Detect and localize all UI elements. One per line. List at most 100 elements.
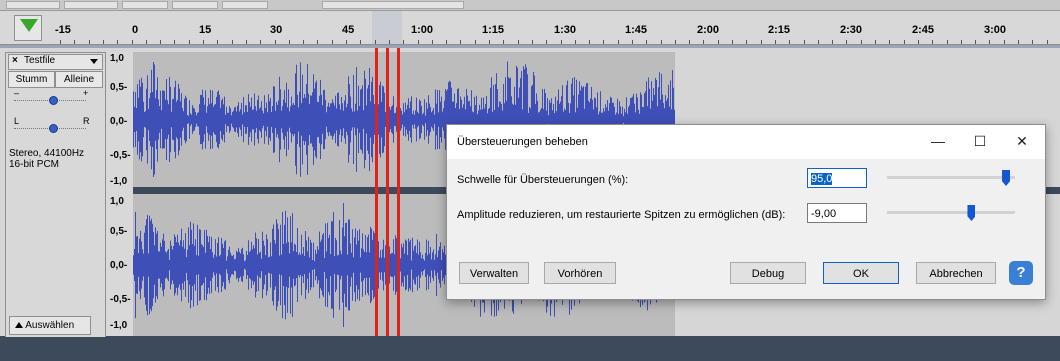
threshold-input[interactable]: 95,0: [807, 168, 867, 188]
ruler-tick-mark: [675, 40, 676, 44]
scale-label: 0,0-: [110, 260, 128, 271]
scale-label: -0,5-: [110, 150, 131, 161]
ruler-tick-mark: [489, 40, 490, 44]
pan-left-label: L: [14, 116, 20, 126]
ruler-tick-mark: [217, 40, 218, 44]
mute-button[interactable]: Stumm: [8, 71, 55, 88]
ruler-tick-mark: [460, 40, 461, 44]
ruler-tick-mark: [346, 40, 347, 44]
ruler-tick-label: 1:15: [482, 24, 505, 36]
ruler-tick-mark: [375, 40, 376, 44]
ruler-tick-mark: [1004, 40, 1005, 44]
amplitude-scale: 1,0 0,5- 0,0- -0,5- -1,0 1,0 0,5- 0,0- -…: [106, 52, 133, 336]
amplitude-input[interactable]: -9,00: [807, 203, 867, 223]
ruler-tick-mark: [904, 40, 905, 44]
ruler-tick-mark: [475, 40, 476, 44]
select-track-button[interactable]: Auswählen: [9, 316, 91, 335]
amplitude-slider-thumb[interactable]: [967, 205, 976, 221]
pan-slider-knob[interactable]: [49, 124, 58, 133]
ruler-tick-mark: [432, 40, 433, 44]
ruler-tick-mark: [317, 40, 318, 44]
gain-slider-knob[interactable]: [49, 96, 58, 105]
scale-label: 1,0: [110, 53, 124, 64]
help-icon[interactable]: ?: [1009, 261, 1033, 285]
ruler-tick-mark: [818, 40, 819, 44]
amplitude-slider[interactable]: [887, 211, 1015, 214]
ruler-tick-mark: [89, 40, 90, 44]
toolbar-segment: [322, 1, 464, 9]
ruler-tick-mark: [775, 40, 776, 44]
ruler-tick-mark: [332, 40, 333, 44]
scale-label: -0,5-: [110, 294, 131, 305]
ruler-tick-label: 0: [132, 24, 139, 36]
ruler-tick-mark: [117, 40, 118, 44]
ruler-tick-mark: [360, 40, 361, 44]
ruler-tick-mark: [546, 40, 547, 44]
ruler-tick-mark: [689, 40, 690, 44]
track-close-icon[interactable]: ×: [12, 55, 18, 66]
maximize-icon[interactable]: ☐: [969, 131, 991, 151]
toolbar-segment: [122, 1, 168, 9]
ruler-tick-mark: [146, 40, 147, 44]
scale-label: 1,0: [110, 196, 124, 207]
track-menu-icon[interactable]: [90, 59, 98, 64]
ruler-tick-label: 2:00: [697, 24, 720, 36]
close-icon[interactable]: ✕: [1011, 131, 1033, 151]
ruler-tick-mark: [989, 40, 990, 44]
threshold-slider[interactable]: [887, 176, 1015, 179]
ruler-tick-mark: [561, 40, 562, 44]
dialog-title-bar[interactable]: Übersteuerungen beheben — ☐ ✕: [447, 125, 1045, 159]
threshold-label: Schwelle für Übersteuerungen (%):: [457, 174, 629, 186]
preview-button[interactable]: Vorhören: [544, 262, 616, 284]
gain-minus-label: –: [14, 88, 20, 98]
ruler-tick-label: 2:15: [768, 24, 791, 36]
ruler-tick-mark: [846, 40, 847, 44]
timeline-ruler[interactable]: -15 0 15 30 45 1:00 1:15 1:30 1:45 2:00 …: [0, 11, 1060, 45]
ruler-tick-mark: [418, 40, 419, 44]
scale-label: 0,5-: [110, 226, 128, 237]
ruler-tick-label: 15: [199, 24, 212, 36]
scale-label: -1,0: [110, 320, 128, 331]
minimize-icon[interactable]: —: [927, 131, 949, 151]
ruler-tick-mark: [260, 40, 261, 44]
ruler-tick-mark: [789, 40, 790, 44]
ruler-tick-mark: [632, 40, 633, 44]
ruler-tick-mark: [60, 40, 61, 44]
cancel-button[interactable]: Abbrechen: [916, 262, 996, 284]
ruler-tick-mark: [532, 40, 533, 44]
track-name[interactable]: Testfile: [24, 55, 55, 66]
bottom-area: [0, 337, 1060, 361]
ruler-tick-mark: [832, 40, 833, 44]
play-triangle-icon[interactable]: [20, 19, 38, 32]
ruler-tick-mark: [575, 40, 576, 44]
ruler-tick-mark: [918, 40, 919, 44]
ok-button[interactable]: OK: [823, 262, 899, 284]
gain-plus-label: +: [83, 88, 89, 98]
ruler-tick-mark: [746, 40, 747, 44]
ruler-tick-mark: [661, 40, 662, 44]
threshold-slider-thumb[interactable]: [1002, 170, 1011, 186]
solo-button[interactable]: Alleine: [55, 71, 103, 88]
ruler-tick-label: 1:45: [625, 24, 648, 36]
track-format: Stereo, 44100Hz: [9, 148, 85, 159]
debug-button[interactable]: Debug: [730, 262, 806, 284]
ruler-tick-mark: [232, 40, 233, 44]
clip-marker: [386, 48, 389, 336]
ruler-tick-label: -15: [55, 24, 71, 36]
ruler-tick-mark: [1047, 40, 1048, 44]
manage-button[interactable]: Verwalten: [459, 262, 529, 284]
ruler-tick-mark: [975, 40, 976, 44]
ruler-tick-mark: [389, 40, 390, 44]
ruler-tick-mark: [761, 40, 762, 44]
ruler-tick-label: 2:30: [840, 24, 863, 36]
track-name-bar[interactable]: × Testfile: [8, 54, 103, 70]
toolbar-segment: [6, 1, 60, 9]
toolbar-segment: [222, 1, 268, 9]
ruler-tick-mark: [246, 40, 247, 44]
ruler-tick-mark: [861, 40, 862, 44]
dialog-title: Übersteuerungen beheben: [457, 136, 588, 148]
ruler-tick-mark: [947, 40, 948, 44]
ruler-tick-label: 45: [342, 24, 355, 36]
toolbar-segment: [64, 1, 118, 9]
track-bitdepth: 16-bit PCM: [9, 159, 60, 170]
